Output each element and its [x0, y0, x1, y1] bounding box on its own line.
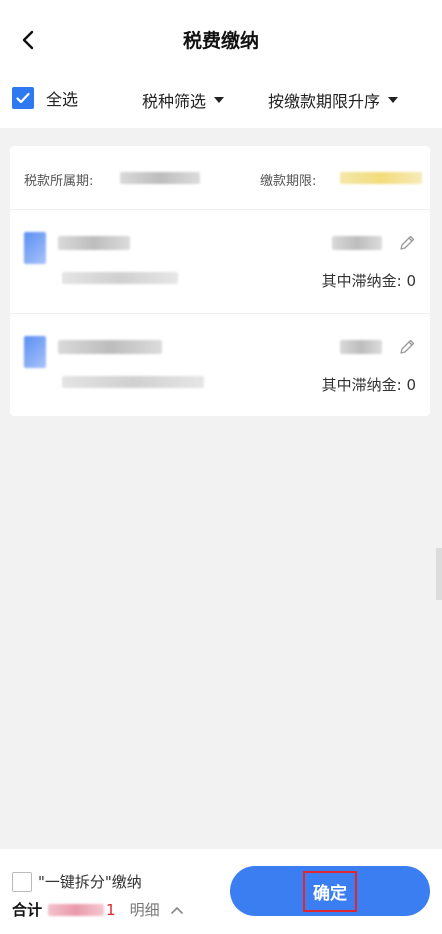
tax-item-amount-redacted	[340, 340, 382, 354]
tax-item[interactable]: 其中滞纳金: 0	[10, 313, 430, 415]
tax-item-subtitle-redacted	[62, 272, 178, 284]
detail-toggle[interactable]: 明细	[130, 899, 185, 920]
tax-period-value-redacted	[120, 172, 200, 184]
pencil-icon[interactable]	[398, 338, 416, 356]
select-all-toggle[interactable]: 全选	[12, 86, 78, 110]
select-all-label: 全选	[46, 90, 79, 109]
confirm-button[interactable]: 确定	[230, 866, 430, 916]
tax-item-icon-redacted	[24, 336, 46, 368]
split-pay-checkbox[interactable]	[12, 871, 32, 892]
top-bar: 税费缴纳 全选 税种筛选 按缴款期限升序	[0, 0, 442, 128]
chevron-up-icon	[171, 907, 184, 914]
total-label: 合计	[12, 901, 43, 919]
caret-down-icon	[388, 97, 399, 103]
confirm-button-label: 确定	[303, 870, 357, 912]
checkmark-icon	[16, 92, 30, 104]
tax-type-filter[interactable]: 税种筛选	[142, 88, 225, 112]
tax-item-icon-redacted	[24, 232, 46, 264]
total-amount-suffix: 1	[106, 900, 116, 919]
tax-item-name-redacted	[58, 340, 162, 354]
payment-deadline-value-redacted	[340, 172, 422, 184]
payment-deadline-label: 缴款期限:	[260, 174, 317, 189]
split-pay-toggle[interactable]: "一键拆分"缴纳	[12, 871, 142, 892]
card-header: 税款所属期: 缴款期限:	[10, 146, 430, 210]
navigation-bar: 税费缴纳	[0, 0, 442, 78]
detail-label: 明细	[129, 901, 160, 919]
caret-down-icon	[214, 97, 225, 103]
total-amount-redacted	[48, 903, 105, 916]
tax-type-filter-label: 税种筛选	[142, 92, 207, 111]
tax-item-name-redacted	[58, 236, 130, 250]
select-all-checkbox[interactable]	[12, 87, 34, 109]
total-row: 合计 1 明细	[12, 899, 184, 920]
split-pay-label: "一键拆分"缴纳	[38, 873, 142, 891]
bottom-bar: "一键拆分"缴纳 合计 1 明细 确定	[0, 849, 442, 934]
sort-dropdown-label: 按缴款期限升序	[268, 92, 381, 111]
late-fee-text: 其中滞纳金: 0	[321, 376, 416, 394]
filter-bar: 全选 税种筛选 按缴款期限升序	[0, 80, 442, 120]
tax-item-subtitle-redacted	[62, 376, 204, 388]
late-fee-text: 其中滞纳金: 0	[321, 272, 416, 290]
tax-item-amount-redacted	[332, 236, 382, 250]
page-title: 税费缴纳	[182, 30, 259, 52]
tax-period-label: 税款所属期:	[24, 174, 94, 189]
pencil-icon[interactable]	[398, 234, 416, 252]
tax-card: 税款所属期: 缴款期限: 其中滞纳金: 0 其中滞纳金: 0	[10, 146, 430, 416]
sort-dropdown[interactable]: 按缴款期限升序	[268, 88, 399, 112]
scroll-indicator	[436, 548, 442, 600]
tax-item[interactable]: 其中滞纳金: 0	[10, 210, 430, 312]
